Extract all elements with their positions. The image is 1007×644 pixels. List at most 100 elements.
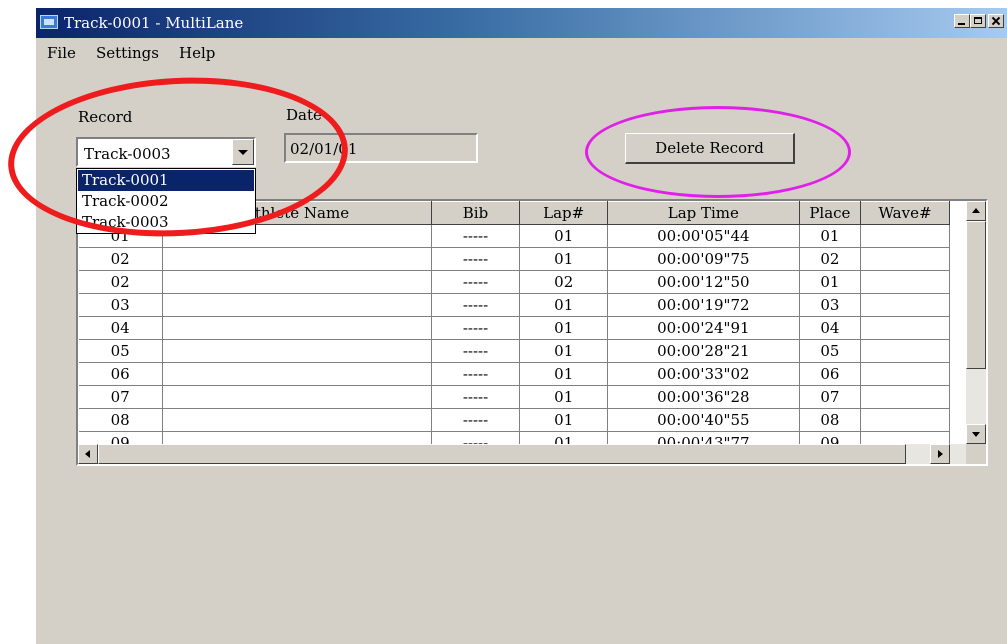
dropdown-option-track-0002[interactable]: Track-0002 [78,191,254,212]
cell-athlete-name [162,247,432,271]
cell-row-number: 06 [78,362,163,386]
date-value: 02/01/01 [290,140,358,158]
cell-row-number: 02 [78,270,163,294]
cell-row-number: 09 [78,431,163,444]
cell-row-number: 07 [78,385,163,409]
scroll-down-icon[interactable] [966,424,986,444]
column-header-bib[interactable]: Bib [430,201,521,225]
cell-wave [860,431,950,444]
table-row[interactable]: 08 ----- 01 00:00'40"55 08 [78,408,950,432]
title-bar[interactable]: Track-0001 - MultiLane [36,8,1007,38]
cell-place: 07 [799,385,862,409]
minimize-icon[interactable] [954,14,970,28]
records-table: Athlete Name Bib Lap# Lap Time Place Wav… [78,201,950,444]
cell-row-number: 03 [78,293,163,317]
cell-athlete-name [162,339,432,363]
table-row[interactable]: 02 ----- 02 00:00'12"50 01 [78,270,950,294]
records-grid-viewport: Athlete Name Bib Lap# Lap Time Place Wav… [78,201,950,444]
cell-lap: 01 [519,247,608,271]
menu-settings[interactable]: Settings [96,44,159,62]
scroll-up-icon[interactable] [966,201,986,221]
cell-bib: ----- [431,339,521,363]
cell-bib: ----- [431,247,521,271]
horizontal-scroll-thumb[interactable] [98,444,906,464]
cell-lap-time: 00:00'24"91 [607,316,800,340]
cell-athlete-name [162,362,432,386]
maximize-icon[interactable] [970,14,986,28]
record-label: Record [78,108,133,126]
cell-bib: ----- [431,224,521,248]
cell-lap: 01 [519,408,608,432]
app-window: Track-0001 - MultiLane File Settings Hel… [36,8,1007,644]
vertical-scrollbar[interactable] [966,201,986,444]
cell-row-number: 04 [78,316,163,340]
column-header-lap-time[interactable]: Lap Time [606,201,800,225]
cell-place: 04 [799,316,862,340]
cell-athlete-name [162,270,432,294]
table-row[interactable]: 06 ----- 01 00:00'33"02 06 [78,362,950,386]
cell-athlete-name [162,316,432,340]
cell-wave [860,293,950,317]
cell-bib: ----- [431,293,521,317]
cell-place: 08 [799,408,862,432]
column-header-lap[interactable]: Lap# [519,201,608,225]
cell-bib: ----- [431,362,521,386]
cell-athlete-name [162,293,432,317]
cell-bib: ----- [431,316,521,340]
table-row[interactable]: 07 ----- 01 00:00'36"28 07 [78,385,950,409]
cell-lap: 01 [519,293,608,317]
cell-lap-time: 00:00'33"02 [607,362,800,386]
cell-lap: 01 [519,362,608,386]
cell-wave [860,339,950,363]
column-header-place[interactable]: Place [798,201,862,225]
cell-lap: 01 [519,224,608,248]
record-select[interactable]: Track-0003 [76,137,256,167]
cell-athlete-name [162,385,432,409]
cell-bib: ----- [431,431,521,444]
app-icon [40,15,58,29]
column-header-wave[interactable]: Wave# [860,201,950,225]
scroll-left-icon[interactable] [78,444,98,464]
cell-bib: ----- [431,270,521,294]
scrollbar-corner [966,444,986,464]
cell-row-number: 02 [78,247,163,271]
record-dropdown-list[interactable]: Track-0001 Track-0002 Track-0003 [76,168,256,234]
menu-help[interactable]: Help [179,44,215,62]
cell-lap-time: 00:00'05"44 [607,224,800,248]
menu-bar: File Settings Help [36,38,1007,66]
dropdown-option-track-0001[interactable]: Track-0001 [78,170,254,191]
dropdown-option-track-0003[interactable]: Track-0003 [78,212,254,233]
cell-lap: 01 [519,431,608,444]
delete-record-button[interactable]: Delete Record [625,133,795,164]
horizontal-scrollbar[interactable] [78,444,966,464]
table-row[interactable]: 03 ----- 01 00:00'19"72 03 [78,293,950,317]
cell-lap-time: 00:00'19"72 [607,293,800,317]
date-field[interactable]: 02/01/01 [284,133,478,163]
cell-lap: 02 [519,270,608,294]
cell-place: 01 [799,270,862,294]
cell-lap-time: 00:00'36"28 [607,385,800,409]
table-row[interactable]: 05 ----- 01 00:00'28"21 05 [78,339,950,363]
table-row[interactable]: 09 ----- 01 00:00'43"77 09 [78,431,950,444]
cell-bib: ----- [431,408,521,432]
vertical-scroll-thumb[interactable] [966,221,986,369]
cell-wave [860,385,950,409]
close-icon[interactable] [988,14,1004,28]
scroll-right-icon[interactable] [930,444,950,464]
records-grid: Athlete Name Bib Lap# Lap Time Place Wav… [76,199,988,466]
table-row[interactable]: 02 ----- 01 00:00'09"75 02 [78,247,950,271]
menu-file[interactable]: File [47,44,76,62]
chevron-down-icon[interactable] [232,139,254,165]
cell-place: 09 [799,431,862,444]
cell-bib: ----- [431,385,521,409]
cell-row-number: 05 [78,339,163,363]
cell-place: 06 [799,362,862,386]
cell-wave [860,316,950,340]
cell-wave [860,247,950,271]
cell-wave [860,270,950,294]
date-label: Date [286,106,322,124]
table-row[interactable]: 04 ----- 01 00:00'24"91 04 [78,316,950,340]
cell-place: 02 [799,247,862,271]
cell-lap-time: 00:00'40"55 [607,408,800,432]
cell-place: 03 [799,293,862,317]
